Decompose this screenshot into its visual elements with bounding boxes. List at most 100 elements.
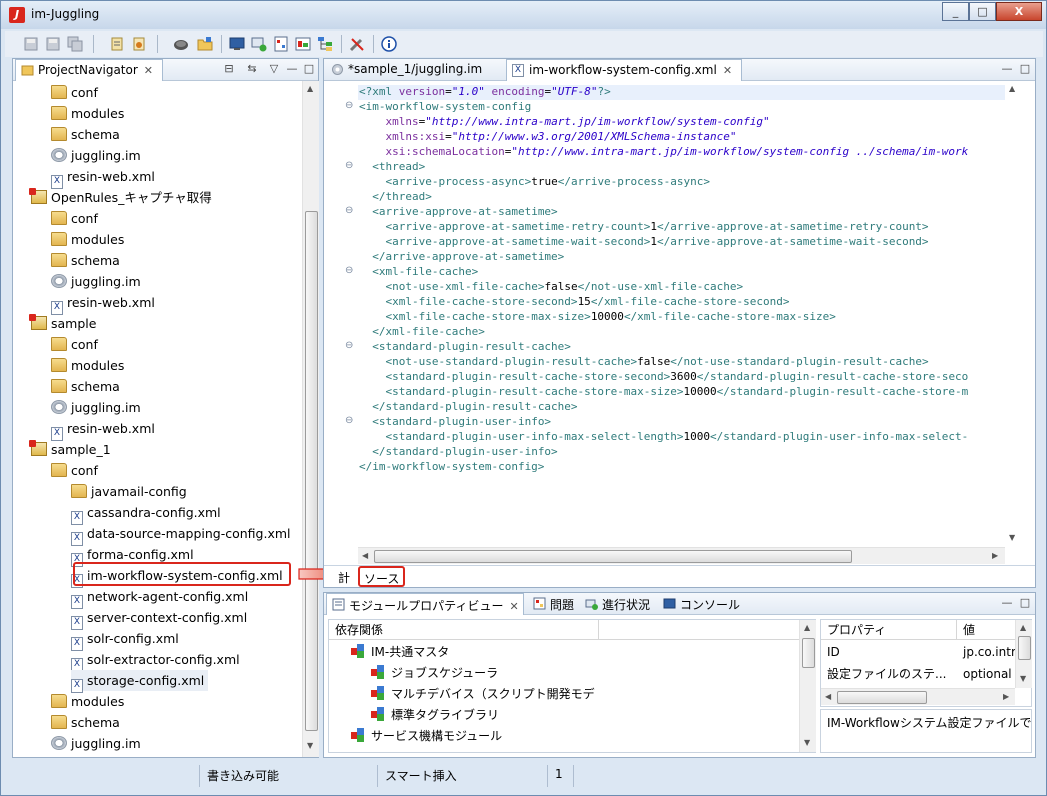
dependency-item[interactable]: ジョブスケジューラ xyxy=(371,663,498,684)
tree-item[interactable]: schema xyxy=(51,250,120,271)
info-icon[interactable] xyxy=(381,36,397,52)
deploy-icon[interactable] xyxy=(131,36,147,52)
code-line[interactable]: <standard-plugin-result-cache-store-seco… xyxy=(359,369,969,384)
fold-toggle-icon[interactable]: ⊖ xyxy=(345,416,355,426)
fold-toggle-icon[interactable]: ⊖ xyxy=(345,161,355,171)
minimize-view-icon[interactable]: — xyxy=(1000,62,1014,76)
navigator-scrollbar[interactable]: ▲ ▼ xyxy=(302,81,319,757)
tab-project-navigator[interactable]: ProjectNavigator ✕ xyxy=(15,59,163,81)
code-line[interactable]: <not-use-xml-file-cache>false</not-use-x… xyxy=(359,279,744,294)
image-icon[interactable] xyxy=(295,36,311,52)
server-icon[interactable] xyxy=(173,36,189,52)
tree-item[interactable]: juggling.im xyxy=(51,145,141,166)
tree-item[interactable]: modules xyxy=(51,229,124,250)
view-menu-icon[interactable]: ▽ xyxy=(267,62,281,76)
maximize-view-icon[interactable]: □ xyxy=(1018,62,1032,76)
minimize-button[interactable]: _ xyxy=(942,2,969,21)
code-line[interactable]: <standard-plugin-user-info-max-select-le… xyxy=(359,429,969,444)
tab-console[interactable]: コンソール xyxy=(658,593,748,615)
dependency-scrollbar[interactable]: ▲ ▼ xyxy=(799,620,816,752)
tab-juggling-im[interactable]: *sample_1/juggling.im xyxy=(326,59,498,81)
link-editor-icon[interactable]: ⇆ xyxy=(245,62,259,76)
code-line[interactable]: <xml-file-cache-store-second>15</xml-fil… xyxy=(359,294,790,309)
code-line[interactable]: </im-workflow-system-config> xyxy=(359,459,544,474)
tree-item[interactable]: schema xyxy=(51,712,120,733)
tree-item[interactable]: Xresin-web.xml xyxy=(51,166,155,189)
code-line[interactable]: xsi:schemaLocation="http://www.intra-mar… xyxy=(359,144,969,159)
editor-hscroll[interactable]: ◀ ▶ xyxy=(358,547,1005,564)
tree-item[interactable]: juggling.im xyxy=(51,397,141,418)
tree-item[interactable]: juggling.im xyxy=(51,733,141,754)
close-button[interactable]: X xyxy=(996,2,1042,21)
code-line[interactable]: <arrive-approve-at-sametime> xyxy=(359,204,557,219)
fold-toggle-icon[interactable]: ⊖ xyxy=(345,101,355,111)
monitor-icon[interactable] xyxy=(229,36,245,52)
code-line[interactable]: </arrive-approve-at-sametime> xyxy=(359,249,564,264)
tree-item[interactable]: Xsolr-config.xml xyxy=(71,628,179,651)
tab-design[interactable]: 計 xyxy=(338,569,350,586)
code-line[interactable]: <standard-plugin-result-cache-store-max-… xyxy=(359,384,969,399)
tree-item[interactable]: conf xyxy=(51,460,98,481)
fold-toggle-icon[interactable]: ⊖ xyxy=(345,266,355,276)
fold-toggle-icon[interactable]: ⊖ xyxy=(345,341,355,351)
dependency-item[interactable]: IM-共通マスタ xyxy=(351,642,449,663)
tree-item[interactable]: Xcassandra-config.xml xyxy=(71,502,221,525)
tree-item[interactable]: schema xyxy=(51,124,120,145)
tab-im-workflow-system-config[interactable]: X im-workflow-system-config.xml ✕ xyxy=(506,59,742,81)
close-tab-icon[interactable]: ✕ xyxy=(723,64,732,77)
save-all-icon[interactable] xyxy=(67,36,83,52)
screen-layout-icon[interactable] xyxy=(273,36,289,52)
tab-source[interactable]: ソース xyxy=(358,566,406,587)
maximize-view-icon[interactable]: □ xyxy=(302,62,316,76)
tree-item[interactable]: sample_1 xyxy=(29,439,111,460)
editor-vscroll[interactable]: ▲ ▼ xyxy=(1005,81,1022,547)
code-line[interactable]: <?xml version="1.0" encoding="UTF-8"?> xyxy=(359,84,611,99)
tree-item[interactable]: sample xyxy=(29,313,96,334)
tab-problems[interactable]: 問題 xyxy=(528,593,582,615)
save-as-icon[interactable] xyxy=(45,36,61,52)
build-icon[interactable] xyxy=(109,36,125,52)
save-icon[interactable] xyxy=(23,36,39,52)
code-line[interactable]: </xml-file-cache> xyxy=(359,324,485,339)
code-line[interactable]: <standard-plugin-user-info> xyxy=(359,414,551,429)
dependency-item[interactable]: サービス機構モジュール xyxy=(351,726,502,747)
tree-item[interactable]: schema xyxy=(51,376,120,397)
tree-item[interactable]: modules xyxy=(51,103,124,124)
code-line[interactable]: <arrive-approve-at-sametime-wait-second>… xyxy=(359,234,929,249)
tree-item[interactable]: Xstorage-config.xml xyxy=(71,670,209,693)
property-hscroll[interactable]: ◀ ▶ xyxy=(821,688,1015,705)
code-line[interactable]: <not-use-standard-plugin-result-cache>fa… xyxy=(359,354,929,369)
tree-item[interactable]: Xserver-context-config.xml xyxy=(71,607,247,630)
maximize-button[interactable]: □ xyxy=(969,2,996,21)
code-line[interactable]: xmlns="http://www.intra-mart.jp/im-workf… xyxy=(359,114,770,129)
tree-item[interactable]: Xnetwork-agent-config.xml xyxy=(71,586,248,609)
tree-item[interactable]: conf xyxy=(51,82,98,103)
code-line[interactable]: <thread> xyxy=(359,159,425,174)
tree-item[interactable]: conf xyxy=(51,208,98,229)
code-line[interactable]: <xml-file-cache> xyxy=(359,264,478,279)
maximize-view-icon[interactable]: □ xyxy=(1018,596,1032,610)
open-folder-icon[interactable] xyxy=(197,36,213,52)
dependency-item[interactable]: 標準タグライブラリ xyxy=(371,705,499,726)
add-screen-icon[interactable] xyxy=(251,36,267,52)
tree-item[interactable]: OpenRules_キャプチャ取得 xyxy=(29,187,212,208)
property-vscroll[interactable]: ▲ ▼ xyxy=(1015,620,1032,688)
tree-item[interactable]: Xdata-source-mapping-config.xml xyxy=(71,523,291,546)
tree-item[interactable]: Xresin-web.xml xyxy=(51,418,155,441)
code-line[interactable]: <arrive-process-async>true</arrive-proce… xyxy=(359,174,711,189)
code-line[interactable]: xmlns:xsi="http://www.w3.org/2001/XMLSch… xyxy=(359,129,737,144)
code-line[interactable]: <arrive-approve-at-sametime-retry-count>… xyxy=(359,219,929,234)
tree-item[interactable]: Xsolr-extractor-config.xml xyxy=(71,649,240,672)
fold-toggle-icon[interactable]: ⊖ xyxy=(345,206,355,216)
tab-module-property-view[interactable]: モジュールプロパティビュー ✕ xyxy=(326,593,524,615)
tab-progress[interactable]: 進行状況 xyxy=(580,593,658,615)
tree-item[interactable]: Xresin-web.xml xyxy=(51,292,155,315)
tree-item[interactable]: juggling.im xyxy=(51,271,141,292)
hierarchy-icon[interactable] xyxy=(317,36,333,52)
minimize-view-icon[interactable]: — xyxy=(1000,596,1014,610)
code-line[interactable]: <standard-plugin-result-cache> xyxy=(359,339,571,354)
tree-item[interactable]: conf xyxy=(51,334,98,355)
tree-item[interactable]: javamail-config xyxy=(71,481,187,502)
dependency-item[interactable]: マルチデバイス（スクリプト開発モデ xyxy=(371,684,595,705)
tree-item[interactable]: modules xyxy=(51,691,124,712)
